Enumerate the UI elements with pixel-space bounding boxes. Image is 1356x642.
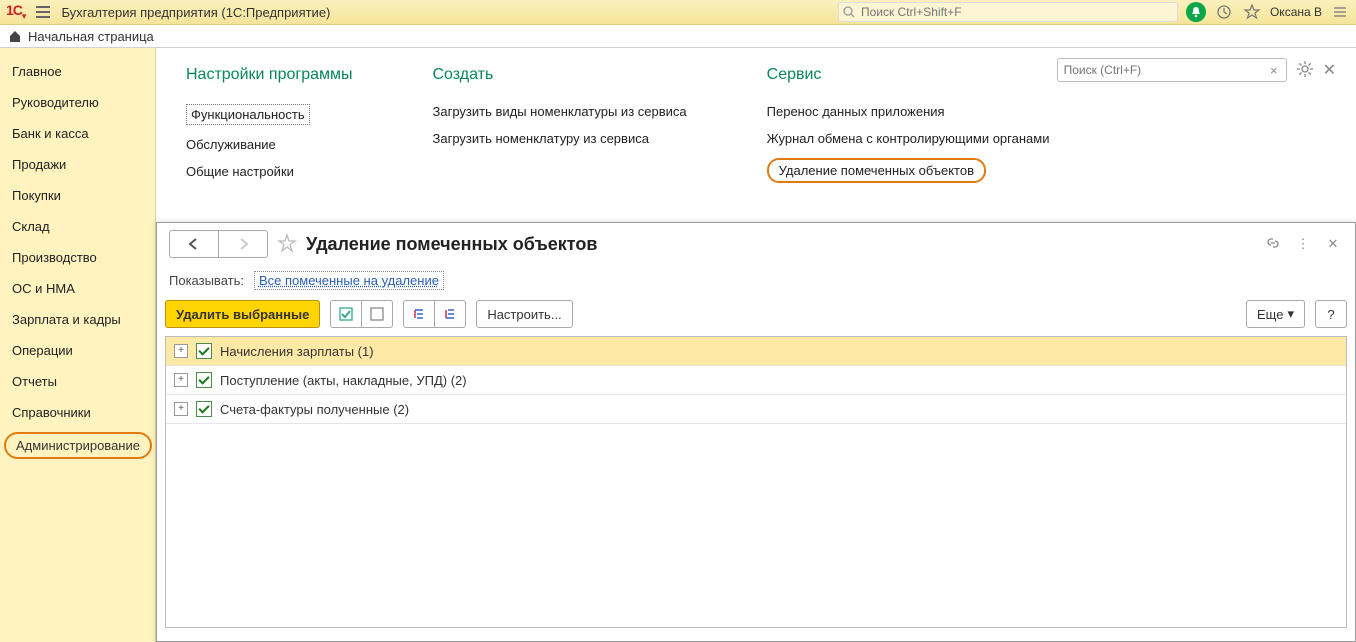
- tree-row[interactable]: + Счета-фактуры полученные (2): [166, 395, 1346, 424]
- tab-bar: Начальная страница: [0, 25, 1356, 48]
- link-load-nomenclature[interactable]: Загрузить номенклатуру из сервиса: [433, 131, 687, 146]
- link-data-transfer[interactable]: Перенос данных приложения: [767, 104, 1050, 119]
- link-general-settings[interactable]: Общие настройки: [186, 164, 353, 179]
- main-menu-button[interactable]: [33, 2, 53, 22]
- sidebar-item-bank[interactable]: Банк и касса: [0, 118, 155, 149]
- sidebar-item-payroll[interactable]: Зарплата и кадры: [0, 304, 155, 335]
- column-title: Настройки программы: [186, 66, 353, 84]
- sidebar-item-operations[interactable]: Операции: [0, 335, 155, 366]
- tree-row[interactable]: + Поступление (акты, накладные, УПД) (2): [166, 366, 1346, 395]
- column-settings: Настройки программы Функциональность Обс…: [186, 66, 353, 195]
- show-label: Показывать:: [169, 273, 244, 288]
- logo-1c: 1C▾: [6, 2, 25, 22]
- section-sidebar: Главное Руководителю Банк и касса Продаж…: [0, 48, 156, 642]
- window-header: Удаление помеченных объектов ⋮ ✕: [157, 223, 1355, 265]
- link-load-nomenclature-types[interactable]: Загрузить виды номенклатуры из сервиса: [433, 104, 687, 119]
- favorite-toggle[interactable]: [278, 234, 296, 255]
- main-area: × ✕ Настройки программы Функциональность…: [156, 48, 1356, 642]
- nav-back-button[interactable]: [169, 230, 219, 258]
- window-close-button[interactable]: ✕: [1323, 236, 1343, 252]
- window-title: Удаление помеченных объектов: [306, 234, 597, 255]
- link-delete-marked[interactable]: Удаление помеченных объектов: [767, 158, 986, 183]
- link-maintenance[interactable]: Обслуживание: [186, 137, 353, 152]
- sidebar-item-sales[interactable]: Продажи: [0, 149, 155, 180]
- arrow-right-icon: [237, 239, 249, 249]
- tree-row[interactable]: + Начисления зарплаты (1): [166, 337, 1346, 366]
- column-create: Создать Загрузить виды номенклатуры из с…: [433, 66, 687, 195]
- column-title: Сервис: [767, 66, 1050, 84]
- functions-panel: Настройки программы Функциональность Обс…: [156, 48, 1356, 195]
- bell-icon: [1190, 6, 1202, 18]
- sidebar-item-purchases[interactable]: Покупки: [0, 180, 155, 211]
- column-title: Создать: [433, 66, 687, 84]
- uncheck-all-icon: [370, 307, 384, 321]
- row-label: Счета-фактуры полученные (2): [220, 402, 409, 417]
- filter-row: Показывать: Все помеченные на удаление: [157, 265, 1355, 296]
- objects-tree[interactable]: + Начисления зарплаты (1) + Поступление …: [165, 336, 1347, 628]
- global-search[interactable]: [838, 2, 1178, 22]
- expand-icon: [412, 307, 426, 321]
- link-functionality[interactable]: Функциональность: [186, 104, 310, 125]
- toolbar: Удалить выбранные: [157, 296, 1355, 332]
- search-icon: [843, 6, 855, 18]
- favorites-button[interactable]: [1242, 2, 1262, 22]
- expander-icon[interactable]: +: [174, 373, 188, 387]
- link-icon: [1266, 236, 1280, 250]
- link-exchange-journal[interactable]: Журнал обмена с контролирующими органами: [767, 131, 1050, 146]
- sidebar-item-manager[interactable]: Руководителю: [0, 87, 155, 118]
- delete-marked-window: Удаление помеченных объектов ⋮ ✕ Показыв…: [156, 222, 1356, 642]
- delete-selected-button[interactable]: Удалить выбранные: [165, 300, 320, 328]
- history-button[interactable]: [1214, 2, 1234, 22]
- link-copy-button[interactable]: [1263, 236, 1283, 253]
- more-label: Еще: [1257, 307, 1283, 322]
- collapse-icon: [443, 307, 457, 321]
- notifications-button[interactable]: [1186, 2, 1206, 22]
- row-checkbox[interactable]: [196, 372, 212, 388]
- uncheck-all-button[interactable]: [362, 300, 393, 328]
- global-search-input[interactable]: [859, 4, 1173, 20]
- row-label: Поступление (акты, накладные, УПД) (2): [220, 373, 467, 388]
- help-button[interactable]: ?: [1315, 300, 1347, 328]
- sidebar-item-main[interactable]: Главное: [0, 56, 155, 87]
- configure-button[interactable]: Настроить...: [476, 300, 572, 328]
- star-icon: [1244, 4, 1260, 20]
- show-filter-link[interactable]: Все помеченные на удаление: [254, 271, 444, 290]
- sidebar-item-administration[interactable]: Администрирование: [4, 432, 152, 459]
- collapse-all-button[interactable]: [435, 300, 466, 328]
- row-checkbox[interactable]: [196, 401, 212, 417]
- expand-all-button[interactable]: [403, 300, 435, 328]
- sidebar-item-directories[interactable]: Справочники: [0, 397, 155, 428]
- sidebar-item-production[interactable]: Производство: [0, 242, 155, 273]
- sidebar-item-fixed-assets[interactable]: ОС и НМА: [0, 273, 155, 304]
- tab-home[interactable]: Начальная страница: [28, 29, 154, 44]
- more-button[interactable]: Еще ▾: [1246, 300, 1305, 328]
- expander-icon[interactable]: +: [174, 344, 188, 358]
- column-service: Сервис Перенос данных приложения Журнал …: [767, 66, 1050, 195]
- chevron-down-icon: ▾: [1287, 306, 1294, 322]
- sidebar-item-reports[interactable]: Отчеты: [0, 366, 155, 397]
- home-icon: [8, 29, 22, 43]
- row-checkbox[interactable]: [196, 343, 212, 359]
- arrow-left-icon: [188, 239, 200, 249]
- user-name[interactable]: Оксана В: [1270, 5, 1322, 19]
- history-icon: [1216, 4, 1232, 20]
- star-icon: [278, 234, 296, 252]
- window-menu-button[interactable]: ⋮: [1293, 236, 1313, 252]
- check-all-button[interactable]: [330, 300, 362, 328]
- sidebar-item-warehouse[interactable]: Склад: [0, 211, 155, 242]
- row-label: Начисления зарплаты (1): [220, 344, 374, 359]
- window-menu-button[interactable]: [1330, 2, 1350, 22]
- check-all-icon: [339, 307, 353, 321]
- nav-forward-button[interactable]: [219, 230, 268, 258]
- app-title: Бухгалтерия предприятия (1С:Предприятие): [61, 5, 330, 20]
- expander-icon[interactable]: +: [174, 402, 188, 416]
- app-topbar: 1C▾ Бухгалтерия предприятия (1С:Предприя…: [0, 0, 1356, 25]
